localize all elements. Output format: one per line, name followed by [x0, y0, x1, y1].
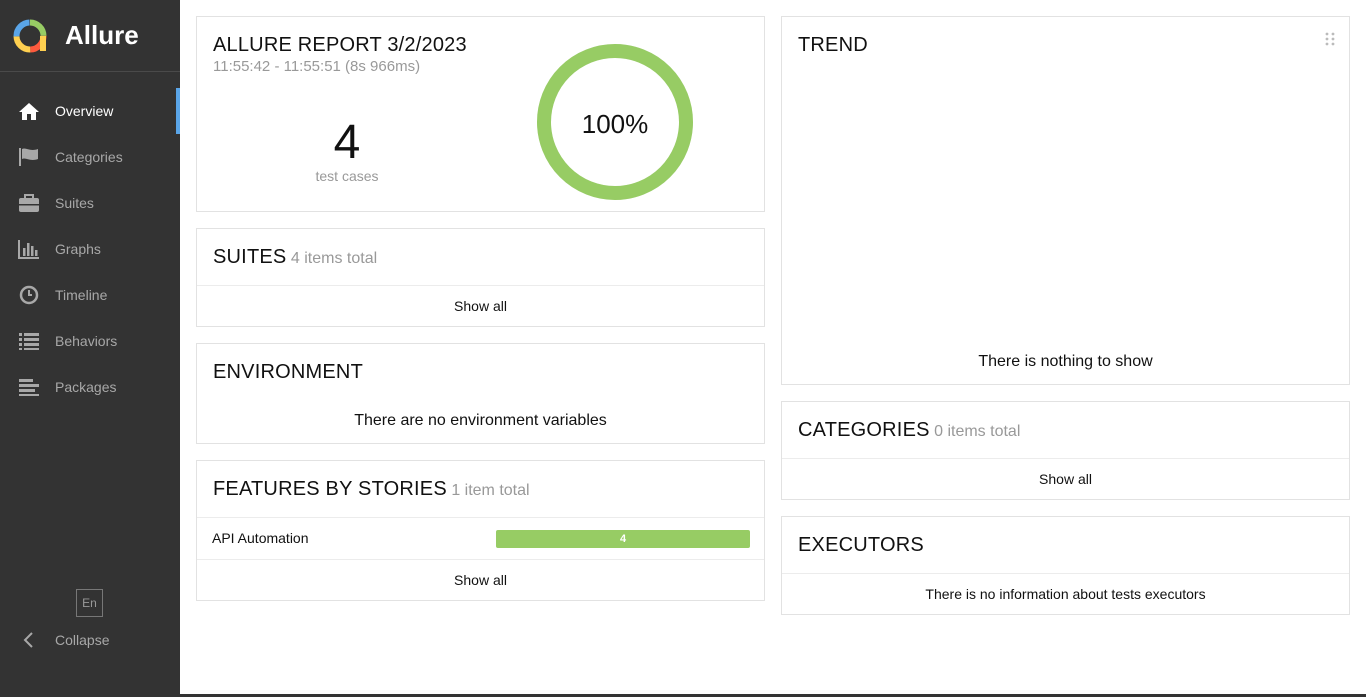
features-title: FEATURES BY STORIES: [213, 478, 447, 500]
features-header: FEATURES BY STORIES 1 item total: [213, 478, 530, 501]
collapse-button[interactable]: Collapse: [0, 624, 109, 656]
report-title: ALLURE REPORT 3/2/2023: [213, 34, 467, 56]
divider: [782, 458, 1349, 459]
pass-rate-label: 100%: [582, 109, 649, 139]
sidebar-item-label: Behaviors: [55, 333, 118, 349]
categories-title: CATEGORIES: [798, 419, 930, 441]
list-icon: [17, 331, 41, 351]
sidebar: Allure Overview Categories Suites Graphs: [0, 0, 180, 697]
divider: [197, 285, 764, 286]
sidebar-item-categories[interactable]: Categories: [0, 134, 180, 180]
environment-widget: ENVIRONMENT There are no environment var…: [196, 343, 765, 444]
suites-widget: SUITES 4 items total Show all: [196, 228, 765, 327]
sidebar-item-timeline[interactable]: Timeline: [0, 272, 180, 318]
briefcase-icon: [17, 193, 41, 213]
report-time-range: 11:55:42 - 11:55:51 (8s 966ms): [213, 58, 421, 75]
app-name: Allure: [65, 20, 139, 50]
features-show-all-link[interactable]: Show all: [197, 572, 764, 588]
environment-empty-text: There are no environment variables: [354, 412, 607, 429]
categories-show-all-link[interactable]: Show all: [782, 471, 1349, 487]
collapse-label: Collapse: [55, 632, 110, 648]
trend-widget: TREND There is nothing to show: [781, 16, 1350, 385]
divider: [782, 573, 1349, 574]
sidebar-nav: Overview Categories Suites Graphs Timeli…: [0, 88, 180, 410]
pass-rate-donut: 100%: [537, 44, 693, 200]
environment-title: ENVIRONMENT: [213, 361, 363, 383]
categories-count: 0 items total: [934, 423, 1021, 440]
features-count: 1 item total: [451, 482, 530, 499]
sidebar-item-label: Overview: [55, 103, 114, 119]
suites-show-all-link[interactable]: Show all: [197, 298, 764, 314]
bar-chart-icon: [17, 239, 41, 259]
suites-header: SUITES 4 items total: [213, 246, 377, 269]
executors-widget: EXECUTORS There is no information about …: [781, 516, 1350, 615]
flag-icon: [17, 147, 41, 167]
categories-widget: CATEGORIES 0 items total Show all: [781, 401, 1350, 500]
brand[interactable]: Allure: [0, 0, 180, 72]
sidebar-item-label: Packages: [55, 379, 117, 395]
sidebar-item-label: Graphs: [55, 241, 101, 257]
chevron-left-icon: [17, 630, 41, 650]
sidebar-item-overview[interactable]: Overview: [0, 88, 180, 134]
feature-name: API Automation: [212, 530, 309, 546]
passed-bar: 4: [496, 530, 750, 548]
suites-count: 4 items total: [290, 250, 378, 267]
executors-empty-text: There is no information about tests exec…: [925, 586, 1206, 602]
test-count: 4: [333, 116, 361, 169]
sidebar-item-suites[interactable]: Suites: [0, 180, 180, 226]
sidebar-item-label: Categories: [55, 149, 123, 165]
home-icon: [17, 101, 41, 121]
sidebar-item-label: Suites: [55, 195, 94, 211]
suites-title: SUITES: [213, 246, 287, 268]
clock-icon: [17, 285, 41, 305]
executors-title: EXECUTORS: [798, 534, 924, 556]
drag-handle-icon[interactable]: [1325, 32, 1335, 46]
sidebar-item-behaviors[interactable]: Behaviors: [0, 318, 180, 364]
divider: [197, 559, 764, 560]
features-widget: FEATURES BY STORIES 1 item total API Aut…: [196, 460, 765, 601]
test-count-label: test cases: [315, 168, 379, 184]
trend-title: TREND: [798, 34, 868, 56]
categories-header: CATEGORIES 0 items total: [798, 419, 1020, 442]
sidebar-item-graphs[interactable]: Graphs: [0, 226, 180, 272]
language-switcher[interactable]: En: [76, 589, 103, 617]
summary-widget: ALLURE REPORT 3/2/2023 11:55:42 - 11:55:…: [196, 16, 765, 212]
table-row[interactable]: API Automation 4: [197, 518, 764, 559]
sidebar-item-packages[interactable]: Packages: [0, 364, 180, 410]
allure-logo: [13, 19, 47, 52]
align-left-icon: [17, 377, 41, 397]
trend-empty-text: There is nothing to show: [978, 353, 1153, 370]
sidebar-item-label: Timeline: [55, 287, 108, 303]
